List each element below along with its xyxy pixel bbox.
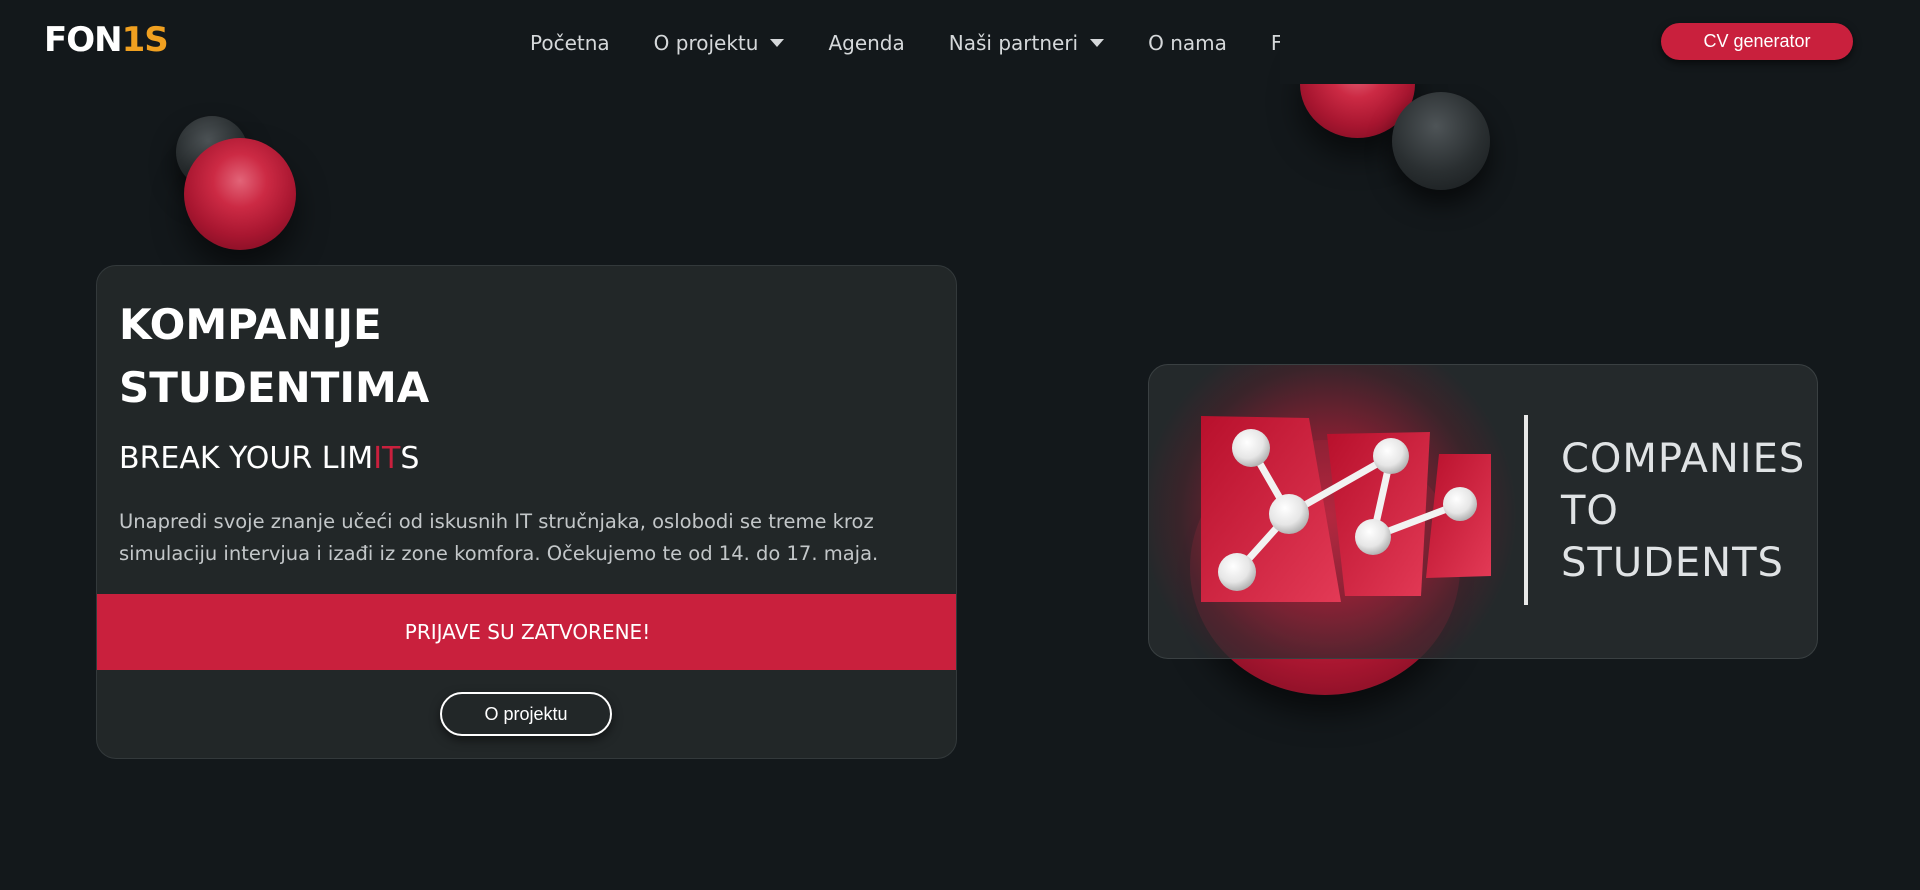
nav-item-label: O projektu	[653, 31, 759, 55]
page: FON1S Početna O projektu Agenda Naši par…	[0, 0, 1920, 890]
fon-is-logo[interactable]: FON1S	[44, 20, 169, 60]
brand-divider	[1524, 415, 1528, 605]
chevron-down-icon	[1090, 39, 1105, 47]
molecule-logo-icon	[1201, 416, 1491, 602]
nav-item-o-nama[interactable]: O nama	[1148, 31, 1227, 55]
nav-item-label: Naši partneri	[948, 31, 1079, 55]
subtitle-accent: IT	[373, 441, 401, 476]
nav-item-agenda[interactable]: Agenda	[828, 31, 904, 55]
about-project-button[interactable]: O projektu	[440, 692, 612, 736]
hero-title-line1: KOMPANIJE	[119, 300, 382, 349]
registration-status-banner: PRIJAVE SU ZATVORENE!	[97, 594, 956, 670]
logo-text-is: 1S	[121, 20, 169, 60]
nav-links: Početna O projektu Agenda Naši partneri …	[530, 24, 1354, 62]
hero-title: KOMPANIJE STUDENTIMA	[119, 293, 429, 419]
decorative-sphere-red	[184, 138, 296, 250]
hero-subtitle: BREAK YOUR LIMITS	[119, 441, 419, 476]
chevron-down-icon	[770, 39, 785, 47]
cv-generator-button[interactable]: CV generator	[1661, 23, 1853, 60]
hero-description: Unapredi svoje znanje učeći od iskusnih …	[119, 510, 879, 565]
brand-line3: STUDENTS	[1561, 540, 1784, 586]
brand-line2: TO	[1561, 488, 1619, 534]
brand-card: COMPANIES TO STUDENTS	[1148, 364, 1818, 659]
nav-item-o-projektu[interactable]: O projektu	[654, 31, 785, 55]
subtitle-text: BREAK YOUR LIM	[119, 441, 374, 476]
nav-item-pocetna[interactable]: Početna	[530, 31, 610, 55]
hero-card: KOMPANIJE STUDENTIMA BREAK YOUR LIMITS U…	[96, 265, 957, 759]
nav-item-label: O nama	[1148, 31, 1227, 55]
hero-title-line2: STUDENTIMA	[119, 363, 430, 412]
nav-item-nasi-partneri[interactable]: Naši partneri	[948, 31, 1105, 55]
decorative-sphere-dark	[1392, 92, 1490, 190]
brand-wordmark: COMPANIES TO STUDENTS	[1561, 433, 1805, 589]
subtitle-text-end: S	[400, 441, 420, 476]
navbar-backdrop	[1280, 0, 1520, 84]
top-navbar: FON1S Početna O projektu Agenda Naši par…	[0, 0, 1920, 84]
brand-line1: COMPANIES	[1561, 436, 1806, 482]
nav-item-label: Agenda	[828, 31, 905, 55]
nav-item-label: Početna	[530, 31, 610, 55]
logo-text-fon: FON	[44, 20, 123, 60]
